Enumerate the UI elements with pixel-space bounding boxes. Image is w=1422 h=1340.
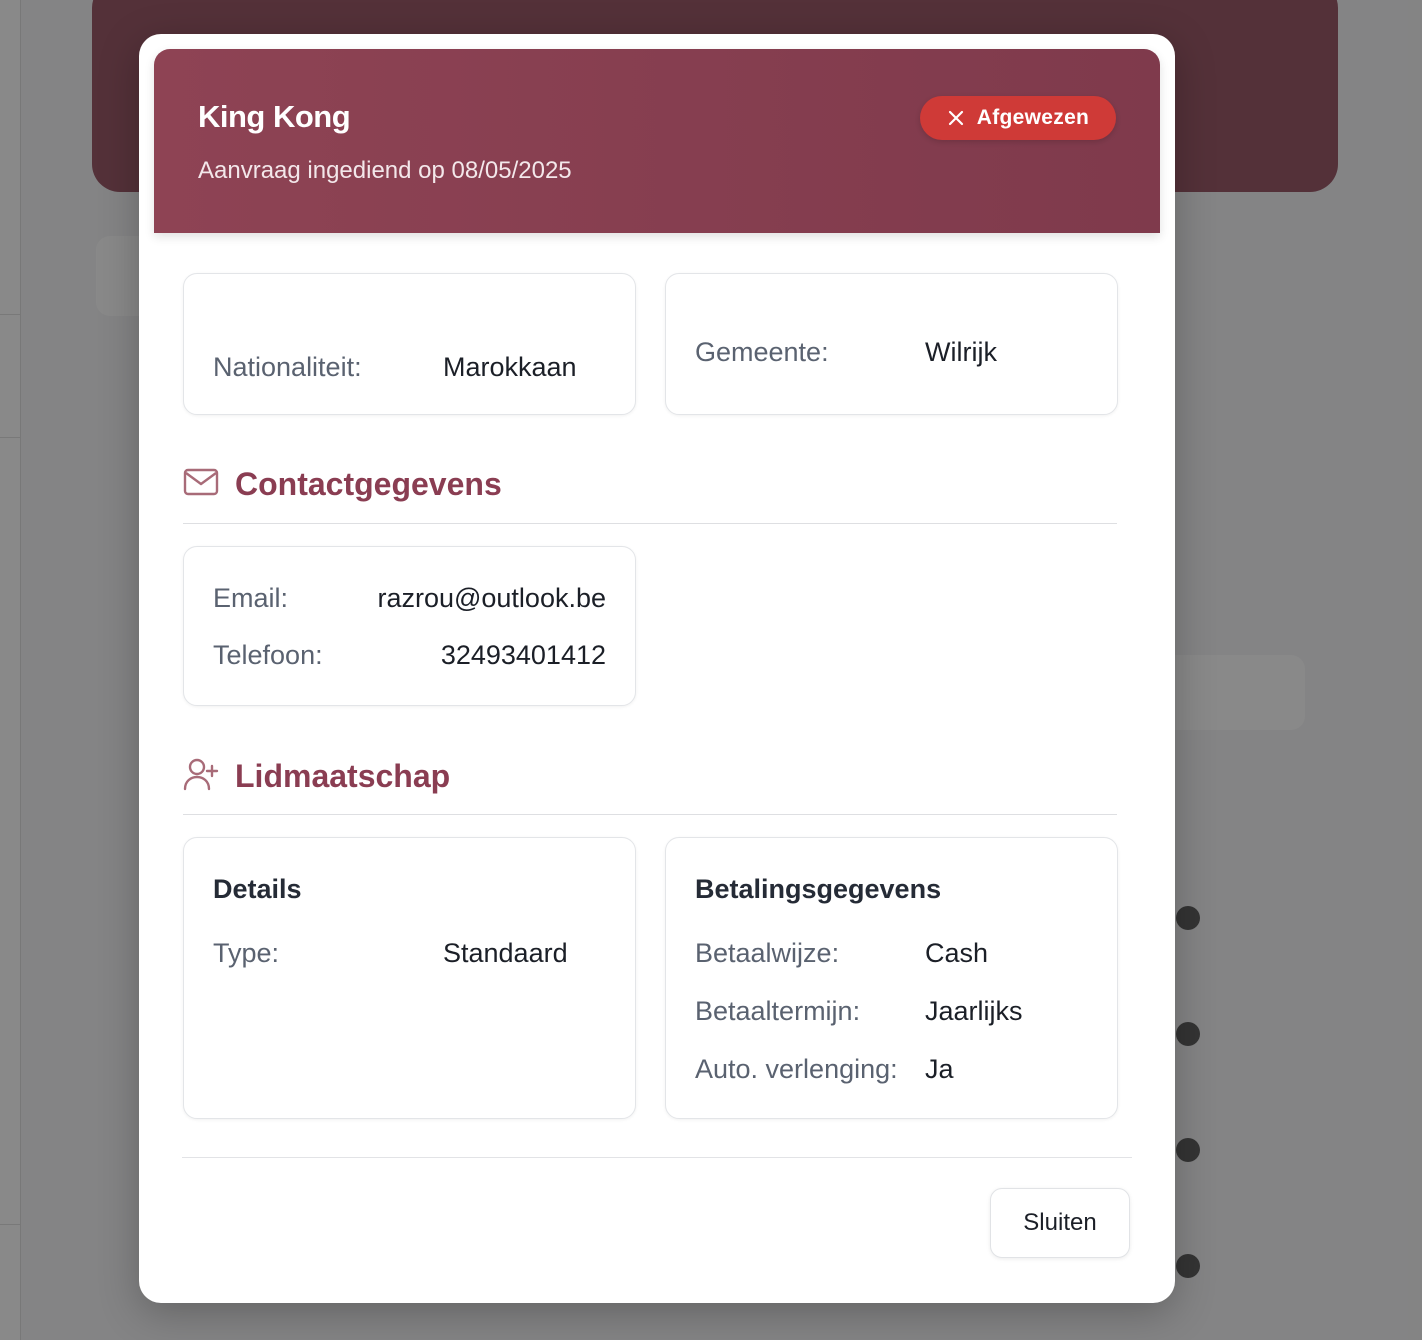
nationality-label: Nationaliteit: xyxy=(213,352,362,382)
phone-label: Telefoon: xyxy=(213,640,323,670)
email-label: Email: xyxy=(213,583,289,613)
personal-info-card-left: Nationaliteit: Marokkaan xyxy=(183,273,636,415)
contact-section-divider xyxy=(183,523,1117,524)
details-card-title: Details xyxy=(213,874,302,904)
close-button[interactable]: Sluiten xyxy=(990,1188,1130,1258)
payment-details-card: Betalingsgegevens Betaalwijze: Cash Beta… xyxy=(665,837,1118,1119)
mail-icon xyxy=(183,467,219,502)
modal-footer-divider xyxy=(182,1157,1132,1158)
membership-section-title: Lidmaatschap xyxy=(235,758,451,794)
status-label: Afgewezen xyxy=(976,106,1090,129)
payment-card-title: Betalingsgegevens xyxy=(695,874,942,904)
municipality-label: Gemeente: xyxy=(695,337,829,367)
payment-term-value: Jaarlijks xyxy=(925,996,1023,1026)
phone-value: 32493401412 xyxy=(440,640,606,670)
status-badge: Afgewezen xyxy=(920,96,1116,140)
email-value: razrou@outlook.be xyxy=(377,583,606,613)
payment-method-label: Betaalwijze: xyxy=(695,938,840,968)
contact-section-header: Contactgegevens xyxy=(183,466,502,503)
payment-term-label: Betaaltermijn: xyxy=(695,996,861,1026)
payment-method-value: Cash xyxy=(925,938,989,968)
type-label: Type: xyxy=(213,938,280,968)
membership-section-divider xyxy=(183,814,1117,815)
membership-details-card: Details Type: Standaard xyxy=(183,837,636,1119)
membership-section-header: Lidmaatschap xyxy=(183,757,450,796)
contact-card: Email: razrou@outlook.be Telefoon: 32493… xyxy=(183,546,636,706)
personal-info-card-right: Gemeente: Wilrijk xyxy=(665,273,1118,415)
municipality-value: Wilrijk xyxy=(925,337,997,367)
type-value: Standaard xyxy=(443,938,568,968)
nationality-value: Marokkaan xyxy=(443,352,577,382)
auto-renewal-label: Auto. verlenging: xyxy=(695,1054,898,1084)
modal-title: King Kong xyxy=(198,99,351,134)
user-plus-icon xyxy=(183,757,219,796)
auto-renewal-value: Ja xyxy=(925,1054,954,1084)
modal-subtitle: Aanvraag ingediend op 08/05/2025 xyxy=(198,157,572,184)
modal-scroll-content[interactable]: Nationaliteit: Marokkaan Gemeente: Wilri… xyxy=(139,233,1175,1153)
contact-section-title: Contactgegevens xyxy=(235,466,502,502)
application-detail-modal: King Kong Aanvraag ingediend op 08/05/20… xyxy=(139,34,1175,1303)
modal-header: King Kong Aanvraag ingediend op 08/05/20… xyxy=(154,49,1160,233)
x-icon xyxy=(947,109,965,127)
